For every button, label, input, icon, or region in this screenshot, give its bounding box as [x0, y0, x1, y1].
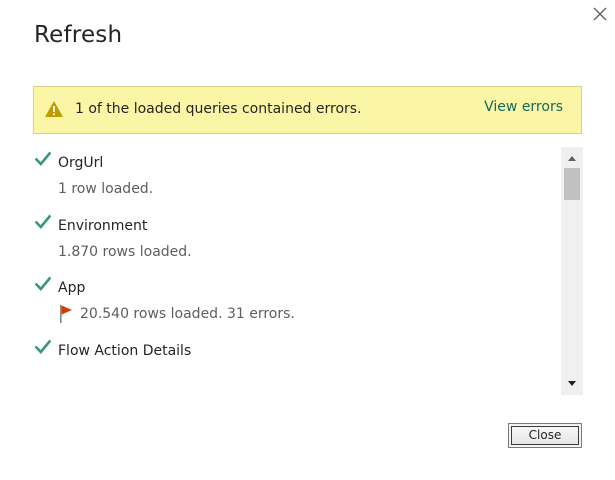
flag-icon	[60, 305, 72, 323]
query-detail: 1.870 rows loaded.	[58, 244, 192, 260]
dialog-title: Refresh	[34, 22, 123, 48]
close-button-label: Close	[511, 426, 579, 445]
query-name: OrgUrl	[58, 155, 104, 171]
check-icon	[35, 276, 51, 291]
list-scrollbar[interactable]	[561, 147, 583, 395]
refresh-dialog: Refresh 1 of the loaded queries containe…	[0, 0, 615, 480]
query-list: OrgUrl 1 row loaded. Environment 1.870 r…	[33, 147, 557, 395]
query-detail: 1 row loaded.	[58, 181, 154, 197]
query-name: App	[58, 280, 86, 296]
query-name: Flow Action Details	[58, 343, 192, 359]
view-errors-link[interactable]: View errors	[484, 99, 563, 115]
scroll-down-arrow-icon[interactable]	[561, 375, 583, 393]
banner-message: 1 of the loaded queries contained errors…	[75, 101, 362, 117]
error-banner: 1 of the loaded queries contained errors…	[33, 86, 582, 134]
warning-icon	[45, 101, 63, 117]
close-icon[interactable]	[590, 4, 610, 24]
close-button[interactable]: Close	[508, 423, 582, 448]
check-icon	[35, 214, 51, 229]
scroll-up-arrow-icon[interactable]	[561, 149, 583, 167]
query-detail: 20.540 rows loaded. 31 errors.	[80, 306, 295, 322]
query-name: Environment	[58, 218, 148, 234]
check-icon	[35, 339, 51, 354]
scrollbar-thumb[interactable]	[564, 168, 580, 200]
check-icon	[35, 151, 51, 166]
